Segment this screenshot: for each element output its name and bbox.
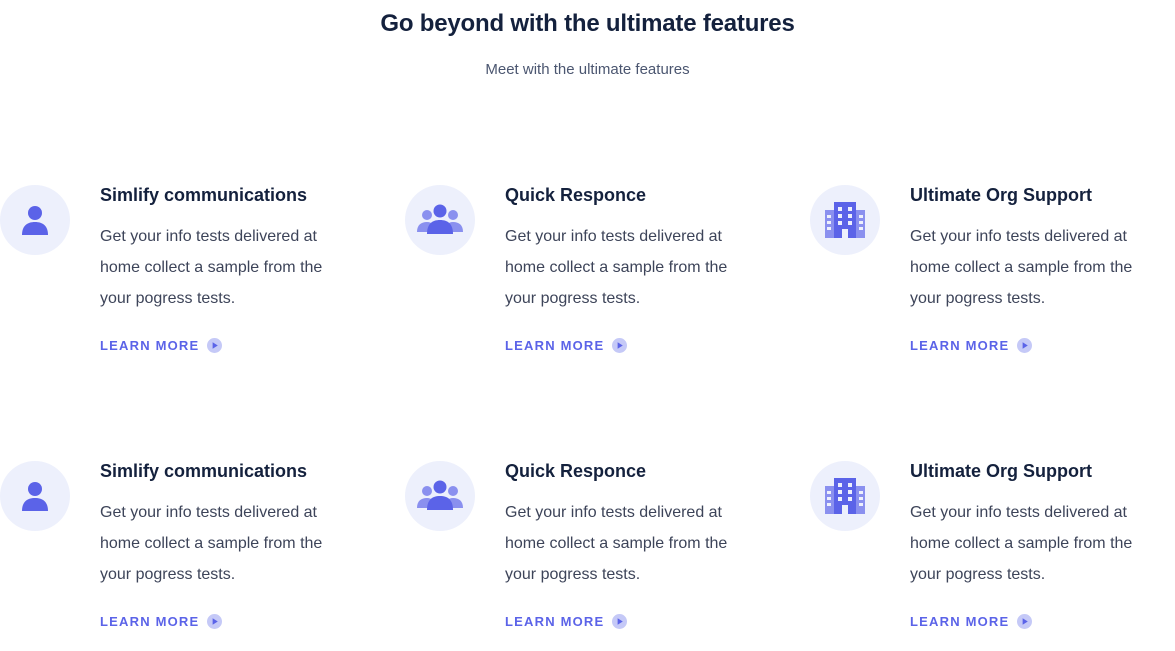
learn-more-label: LEARN MORE <box>910 614 1010 629</box>
group-icon <box>405 185 475 255</box>
feature-title: Ultimate Org Support <box>910 185 1093 205</box>
building-icon <box>810 185 880 255</box>
learn-more-link[interactable]: LEARN MORE <box>910 614 1033 629</box>
section-title: Go beyond with the ultimate features <box>380 10 795 37</box>
user-icon <box>0 185 70 255</box>
learn-more-link[interactable]: LEARN MORE <box>100 338 223 353</box>
feature-title: Quick Responce <box>505 185 647 205</box>
learn-more-link[interactable]: LEARN MORE <box>505 338 628 353</box>
learn-more-label: LEARN MORE <box>505 614 605 629</box>
feature-card: Ultimate Org Support Get your info tests… <box>810 185 1170 375</box>
learn-more-link[interactable]: LEARN MORE <box>910 338 1033 353</box>
play-circle-icon <box>207 338 223 353</box>
feature-description: Get your info tests delivered at home co… <box>910 504 1133 583</box>
section-subtitle: Meet with the ultimate features <box>485 61 690 78</box>
user-icon <box>0 461 70 531</box>
learn-more-link[interactable]: LEARN MORE <box>505 614 628 629</box>
feature-title: Simlify communications <box>100 461 308 481</box>
feature-description: Get your info tests delivered at home co… <box>505 504 728 583</box>
feature-description: Get your info tests delivered at home co… <box>910 228 1133 307</box>
learn-more-link[interactable]: LEARN MORE <box>100 614 223 629</box>
play-circle-icon <box>207 614 223 629</box>
play-circle-icon <box>612 338 628 353</box>
feature-description: Get your info tests delivered at home co… <box>100 228 323 307</box>
learn-more-label: LEARN MORE <box>505 338 605 353</box>
feature-title: Simlify communications <box>100 185 308 205</box>
learn-more-label: LEARN MORE <box>100 614 200 629</box>
feature-title: Quick Responce <box>505 461 647 481</box>
feature-description: Get your info tests delivered at home co… <box>505 228 728 307</box>
feature-title: Ultimate Org Support <box>910 461 1093 481</box>
feature-description: Get your info tests delivered at home co… <box>100 504 323 583</box>
group-icon <box>405 461 475 531</box>
feature-card: Quick Responce Get your info tests deliv… <box>405 461 765 651</box>
building-icon <box>810 461 880 531</box>
learn-more-label: LEARN MORE <box>100 338 200 353</box>
feature-card: Simlify communications Get your info tes… <box>0 461 360 651</box>
play-circle-icon <box>1017 614 1033 629</box>
learn-more-label: LEARN MORE <box>910 338 1010 353</box>
feature-card: Quick Responce Get your info tests deliv… <box>405 185 765 375</box>
feature-card: Simlify communications Get your info tes… <box>0 185 360 375</box>
feature-card: Ultimate Org Support Get your info tests… <box>810 461 1170 651</box>
play-circle-icon <box>1017 338 1033 353</box>
play-circle-icon <box>612 614 628 629</box>
